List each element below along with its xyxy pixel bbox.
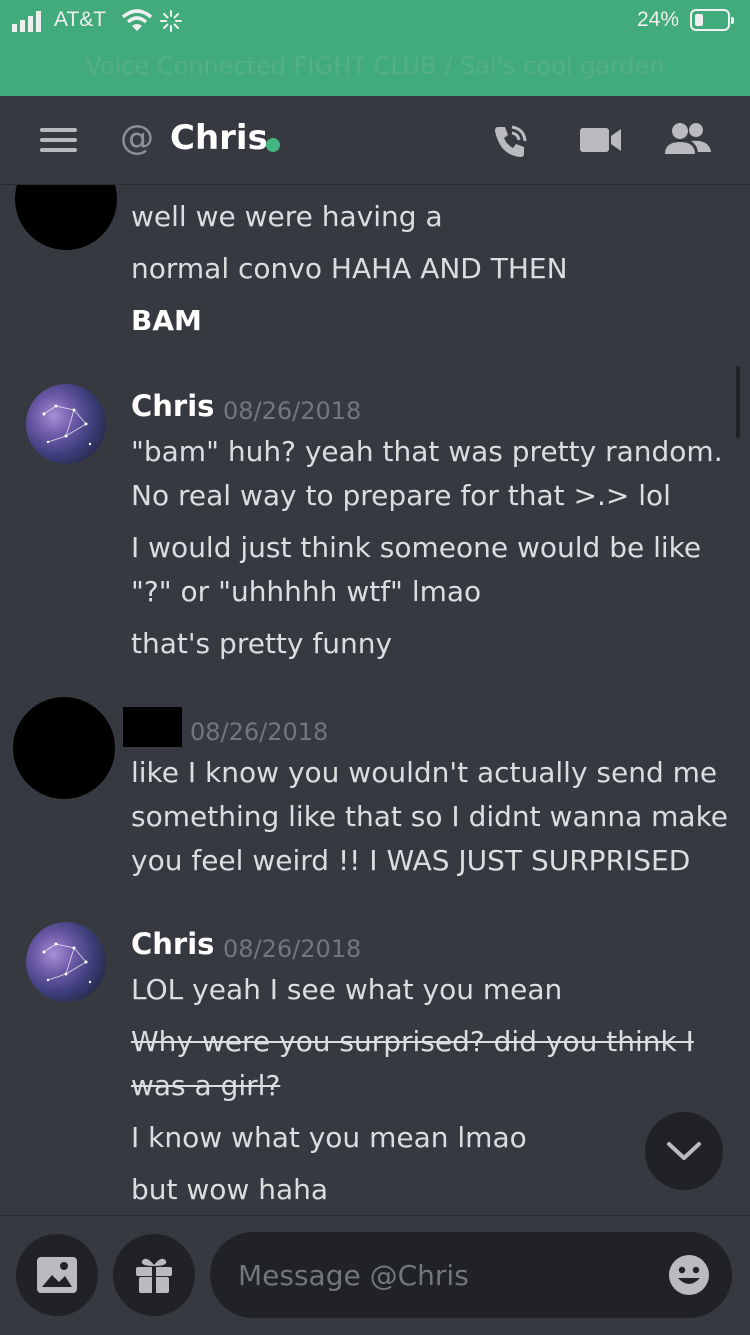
- message-text: but wow haha: [131, 1173, 329, 1206]
- message-text: BAM: [131, 304, 202, 337]
- battery-percent: 24%: [637, 8, 680, 31]
- scrollbar-thumb[interactable]: [736, 366, 740, 438]
- loading-spinner-icon: [160, 10, 182, 32]
- message-text: I know what you mean lmao: [131, 1121, 527, 1154]
- chevron-down-icon: [667, 1142, 701, 1160]
- redacted-username[interactable]: [123, 707, 182, 747]
- page-title: Chris: [170, 118, 268, 158]
- message-text: I would just think someone would be like: [131, 531, 702, 564]
- voice-banner-text: Voice Connected FIGHT CLUB / Sal's cool …: [85, 52, 665, 80]
- timestamp: 08/26/2018: [223, 397, 362, 425]
- message-text-strikethrough: was a girl?: [131, 1069, 281, 1102]
- message-text: LOL yeah I see what you mean: [131, 973, 563, 1006]
- carrier-label: AT&T: [54, 8, 107, 31]
- message-text: normal convo HAHA AND THEN: [131, 252, 568, 285]
- upload-image-button[interactable]: [16, 1234, 98, 1316]
- author-name[interactable]: Chris: [131, 927, 214, 961]
- message-text: like I know you wouldn't actually send m…: [131, 756, 718, 789]
- message-text-strikethrough: Why were you surprised? did you think I: [131, 1025, 694, 1058]
- signal-icon: [12, 11, 41, 32]
- message-text: "?" or "uhhhhh wtf" lmao: [131, 575, 482, 608]
- message-text: well we were having a: [131, 200, 443, 233]
- jump-to-present-button[interactable]: [645, 1112, 723, 1190]
- timestamp: 08/26/2018: [190, 718, 329, 746]
- dm-header: @ Chris: [0, 96, 750, 185]
- image-icon: [37, 1257, 77, 1293]
- status-bar: AT&T 24%: [0, 0, 750, 42]
- message-list: well we were having a normal convo HAHA …: [0, 185, 750, 1215]
- message-text: you feel weird !! I WAS JUST SURPRISED: [131, 844, 691, 877]
- message-text: something like that so I didnt wanna mak…: [131, 800, 729, 833]
- battery-icon: [690, 9, 734, 31]
- message-composer: [0, 1215, 750, 1335]
- video-call-icon[interactable]: [580, 126, 622, 154]
- emoji-button[interactable]: [668, 1254, 710, 1296]
- message-input[interactable]: [210, 1232, 732, 1318]
- gift-button[interactable]: [113, 1234, 195, 1316]
- message-text: that's pretty funny: [131, 627, 393, 660]
- message-text: "bam" huh? yeah that was pretty random.: [131, 435, 723, 468]
- emoji-icon: [669, 1255, 709, 1295]
- menu-icon[interactable]: [40, 128, 77, 152]
- at-icon: @: [120, 118, 154, 158]
- members-icon[interactable]: [665, 122, 711, 156]
- online-status-dot: [266, 138, 280, 152]
- redacted-avatar[interactable]: [13, 697, 115, 799]
- timestamp: 08/26/2018: [223, 935, 362, 963]
- gift-icon: [136, 1258, 172, 1293]
- chris-avatar[interactable]: [26, 384, 106, 464]
- redacted-avatar[interactable]: [15, 185, 117, 250]
- voice-connected-banner[interactable]: AT&T 24% Voice Connected FIGHT CLUB / Sa…: [0, 0, 750, 96]
- chris-avatar[interactable]: [26, 922, 106, 1002]
- message-text: No real way to prepare for that >.> lol: [131, 479, 671, 512]
- wifi-icon: [121, 9, 153, 31]
- author-name[interactable]: Chris: [131, 389, 214, 423]
- call-icon[interactable]: [490, 121, 530, 161]
